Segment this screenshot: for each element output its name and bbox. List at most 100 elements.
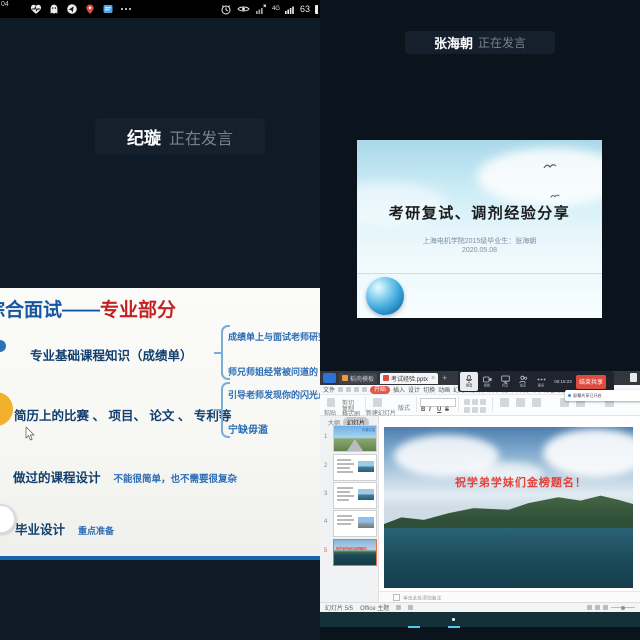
video-tile-jixuan[interactable]: 04 4G 63 纪璇 正在发言 — [0, 0, 320, 320]
share-screen-button[interactable]: 共享 — [496, 372, 514, 391]
more-dots-icon — [537, 375, 546, 384]
slide-title: 考研复试、调剂经验分享 — [357, 202, 602, 223]
video-tile-zhanghaichao[interactable]: 张海朝 正在发言 考研复试、调剂经验分享 上海电机学院2015级毕业生：张海朝 … — [320, 0, 640, 320]
menu-tab-animation[interactable]: 动画 — [438, 385, 450, 394]
heart-rate-icon — [30, 3, 42, 15]
start-button[interactable] — [329, 615, 339, 625]
members-icon — [519, 375, 528, 384]
slide-subtitle: 上海电机学院2015级毕业生：张海朝 — [357, 236, 602, 246]
font-name-box[interactable] — [420, 398, 456, 407]
menu-tab-home[interactable]: 开始 — [370, 386, 390, 394]
slide-canvas[interactable]: 祝学弟学妹们金榜题名！ — [384, 427, 633, 588]
redo-icon[interactable] — [362, 387, 367, 392]
bold-button[interactable]: B — [421, 407, 425, 413]
new-tab-button[interactable]: + — [442, 373, 447, 383]
notification-icons — [30, 3, 132, 15]
tab-docer-templates[interactable]: 稻壳模板 — [339, 373, 377, 384]
slide-editor: 祝学弟学妹们金榜题名！ 单击此处添加备注 — [379, 416, 640, 602]
wps-workspace: 大纲 幻灯片 1 青春加油 2 3 4 — [320, 416, 640, 602]
shapes-icon[interactable] — [500, 398, 509, 407]
end-share-button[interactable]: 结束共享 — [576, 375, 606, 389]
textbox-icon[interactable] — [516, 398, 525, 407]
file-explorer-icon[interactable] — [369, 615, 379, 625]
wps-home-button[interactable] — [323, 373, 336, 383]
active-speaker-banner: 张海朝 正在发言 — [405, 31, 555, 54]
slide-thumbnail-3[interactable] — [333, 482, 377, 509]
notes-bar[interactable]: 单击此处添加备注 — [379, 591, 640, 602]
microphone-icon — [465, 375, 473, 384]
slide-thumbnail-5-selected[interactable]: 祝学弟学妹们金榜题名！ — [333, 539, 377, 566]
wordart-icon[interactable] — [532, 398, 541, 407]
callout-2: 师兄师姐经常被问道的 — [228, 365, 318, 378]
callout-3: 引导老师发现你的闪光点 — [228, 388, 320, 401]
thumb-number: 1 — [324, 434, 332, 440]
print-icon[interactable] — [346, 387, 351, 392]
more-notifications-icon — [120, 3, 132, 15]
align-icon[interactable] — [464, 399, 470, 405]
menu-tab-transition[interactable]: 切换 — [423, 385, 435, 394]
menu-tab-design[interactable]: 设计 — [408, 385, 420, 394]
zoom-slider[interactable] — [611, 607, 635, 608]
notes-toggle-icon[interactable] — [408, 605, 413, 610]
network-type-label: 4G — [272, 6, 280, 12]
more-button[interactable]: 更多 — [532, 372, 550, 391]
document-icon — [630, 373, 637, 382]
spellcheck-icon[interactable] — [396, 605, 401, 610]
thumb-number: 4 — [324, 519, 332, 525]
slide-sorter-icon[interactable] — [595, 605, 600, 610]
no-sim-signal-icon — [255, 3, 267, 15]
status-theme: Office 主题 — [360, 603, 389, 612]
paste-icon[interactable] — [327, 398, 335, 407]
wps-taskbar-icon[interactable] — [409, 615, 419, 625]
slide-thumbnail-4[interactable] — [333, 510, 377, 537]
slide-title-blue: 综合面试—— — [0, 300, 100, 321]
ppt-file-icon — [383, 375, 389, 381]
status-slide-counter: 幻灯片 5/5 — [325, 603, 353, 612]
strikethrough-button[interactable]: S — [445, 407, 449, 413]
video-button[interactable]: 视频 — [478, 372, 496, 391]
navigation-icon — [66, 3, 78, 15]
align-icon[interactable] — [472, 399, 478, 405]
wps-status-bar: 幻灯片 5/5 Office 主题 — [320, 602, 640, 612]
close-tab-icon[interactable]: × — [431, 375, 435, 382]
camera-icon — [483, 375, 492, 384]
save-icon[interactable] — [338, 387, 343, 392]
island-graphic — [384, 491, 633, 533]
battery-percent: 63 — [300, 4, 310, 14]
mute-button[interactable]: 静音 — [460, 372, 478, 391]
meeting-taskbar-icon[interactable] — [449, 615, 459, 625]
slide-thumbnail-1[interactable]: 青春加油 — [333, 425, 377, 452]
members-button[interactable]: 成员 — [514, 372, 532, 391]
menu-file[interactable]: 文件 — [323, 385, 335, 394]
thumb-number: 2 — [324, 463, 332, 469]
layout-label[interactable]: 版式 — [398, 403, 410, 412]
slide-title-red: 专业部分 — [100, 300, 176, 321]
status-time: 04 — [1, 1, 9, 8]
thumb-number: 3 — [324, 491, 332, 497]
slide-title: 综合面试——专业部分 — [0, 295, 176, 322]
undo-icon[interactable] — [354, 387, 359, 392]
thumb-number: 5 — [324, 548, 332, 554]
android-status-bar: 04 4G 63 — [0, 0, 320, 18]
italic-button[interactable]: I — [429, 407, 431, 413]
mouse-cursor — [25, 427, 36, 441]
notes-icon — [393, 594, 400, 601]
bullet-dot-blue — [0, 340, 6, 352]
new-slide-icon[interactable] — [373, 398, 382, 407]
slideshow-view-icon[interactable] — [603, 605, 608, 610]
meeting-timer: 00:15:23 — [553, 379, 573, 384]
menu-tab-insert[interactable]: 插入 — [393, 385, 405, 394]
status-dot — [568, 394, 571, 397]
bullet-item-2: 简历上的比赛 、 项目、 论文 、 专利等 — [14, 405, 231, 424]
speaking-label: 正在发言 — [478, 34, 526, 51]
normal-view-icon[interactable] — [587, 605, 592, 610]
globe-graphic — [366, 277, 404, 315]
align-icon[interactable] — [480, 399, 486, 405]
bird-icon — [543, 162, 557, 170]
list-icon[interactable] — [472, 407, 478, 413]
tab-document[interactable]: 考试经验.pptx × — [380, 373, 438, 384]
indent-icon[interactable] — [480, 407, 486, 413]
underline-button[interactable]: U — [437, 407, 441, 413]
slide-thumbnail-2[interactable] — [333, 454, 377, 481]
list-icon[interactable] — [464, 407, 470, 413]
